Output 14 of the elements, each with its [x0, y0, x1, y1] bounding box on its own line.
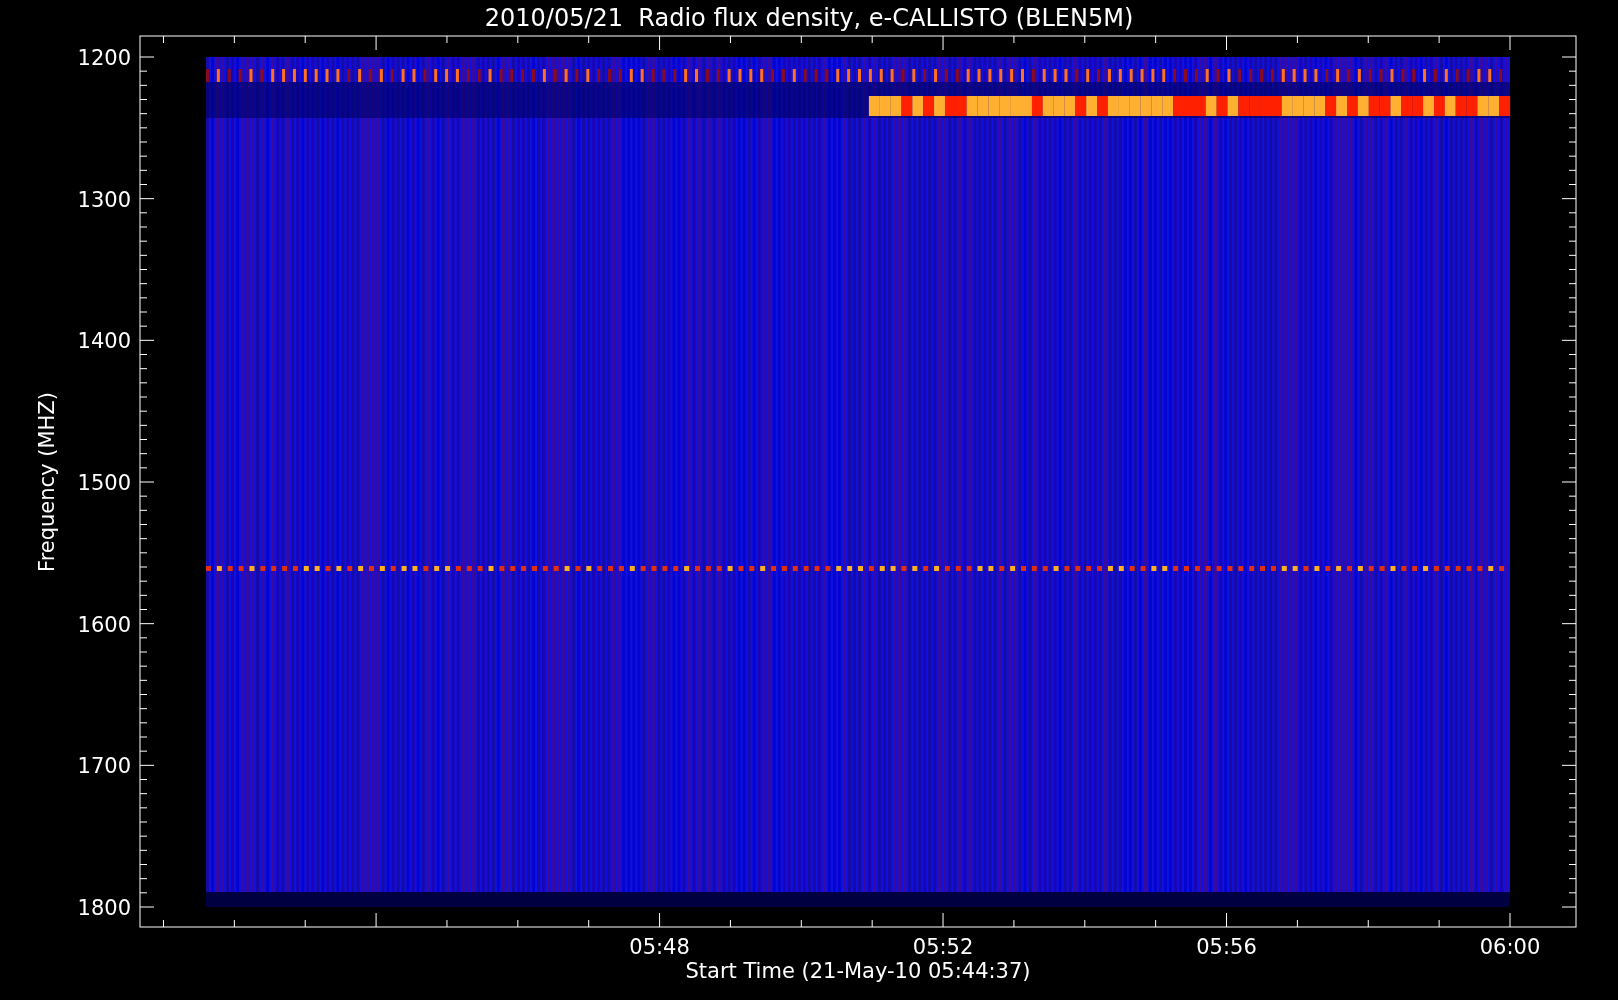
- chart-title: 2010/05/21 Radio flux density, e-CALLISTO (BLEN5M): [484, 4, 1134, 32]
- y-axis-label: Frequency (MHZ): [35, 392, 59, 572]
- x-tick-label: 05:52: [912, 935, 974, 959]
- y-tick-label: 1400: [77, 329, 131, 354]
- x-tick-label: 05:48: [629, 935, 690, 959]
- y-tick-label: 1800: [77, 896, 131, 920]
- x-axis-label: Start Time (21-May-10 05:44:37): [685, 959, 1031, 983]
- y-tick-label: 1500: [77, 471, 131, 495]
- y-tick-label: 1300: [77, 187, 131, 212]
- y-tick-label: 1200: [77, 46, 131, 70]
- x-tick-label: 06:00: [1479, 935, 1541, 959]
- x-tick-label: 05:56: [1196, 935, 1257, 959]
- y-tick-label: 1600: [77, 612, 131, 637]
- y-tick-label: 1700: [77, 754, 131, 779]
